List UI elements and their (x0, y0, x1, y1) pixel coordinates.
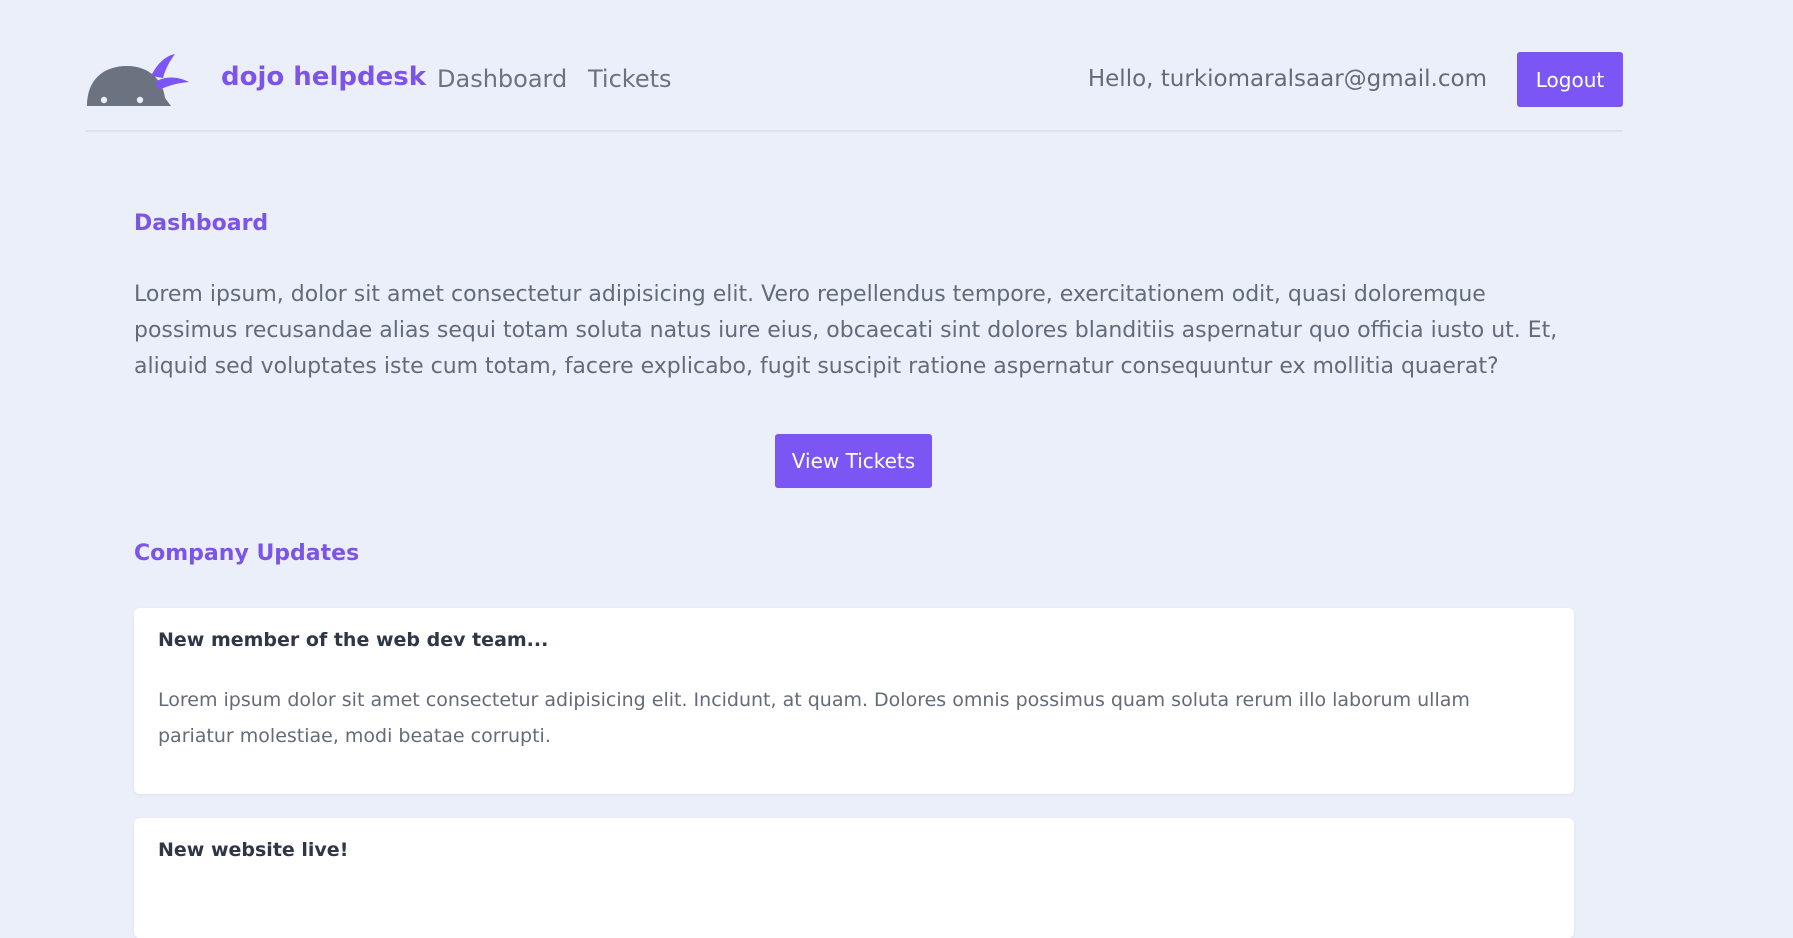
update-card-body: Lorem ipsum dolor sit amet consectetur a… (158, 689, 1470, 747)
update-card: New website live! (134, 818, 1574, 938)
update-card-title: New website live! (158, 839, 349, 861)
view-tickets-button[interactable]: View Tickets (775, 434, 932, 488)
update-card-title: New member of the web dev team... (158, 629, 549, 651)
nav-link-dashboard[interactable]: Dashboard (437, 65, 567, 93)
nav-link-tickets[interactable]: Tickets (588, 65, 672, 93)
user-greeting: Hello, turkiomaralsaar@gmail.com (1087, 66, 1487, 92)
company-updates-title: Company Updates (134, 541, 360, 566)
page-title: Dashboard (134, 211, 269, 236)
navbar: dojo helpdesk Dashboard Tickets Hello, t… (85, 0, 1623, 132)
brand-link[interactable]: dojo helpdesk (221, 62, 426, 92)
logout-button[interactable]: Logout (1517, 52, 1623, 107)
intro-paragraph: Lorem ipsum, dolor sit amet consectetur … (134, 282, 1558, 379)
update-card: New member of the web dev team... Lorem … (134, 608, 1574, 794)
ninja-logo-icon[interactable] (85, 50, 191, 106)
